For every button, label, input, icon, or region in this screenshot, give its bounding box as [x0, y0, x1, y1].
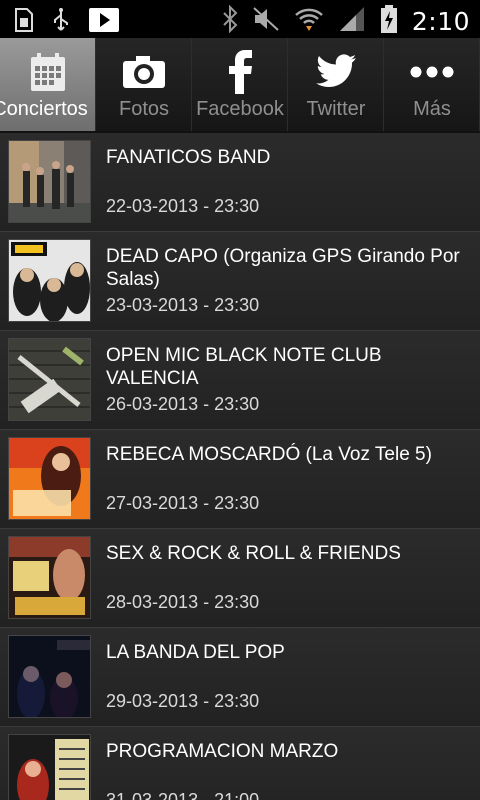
event-date: 31-03-2013 - 21:00	[106, 790, 260, 800]
bluetooth-icon	[222, 4, 238, 37]
event-thumbnail	[8, 239, 91, 322]
tab-label: Facebook	[196, 98, 284, 120]
camera-icon	[96, 50, 191, 94]
tab-label: Conciertos	[0, 98, 88, 120]
calendar-icon	[0, 50, 95, 94]
more-icon	[384, 50, 479, 94]
tab-conciertos[interactable]: Conciertos	[0, 38, 96, 131]
twitter-icon	[288, 50, 383, 94]
event-title: OPEN MIC BLACK NOTE CLUB VALENCIA	[106, 345, 382, 389]
list-item[interactable]: FANATICOS BAND 22-03-2013 - 23:30	[0, 133, 480, 232]
event-date: 29-03-2013 - 23:30	[106, 691, 260, 711]
event-thumbnail	[8, 734, 91, 800]
signal-icon	[338, 5, 366, 37]
event-date: 26-03-2013 - 23:30	[106, 394, 260, 414]
list-item[interactable]: PROGRAMACION MARZO 31-03-2013 - 21:00	[0, 727, 480, 800]
mute-icon	[252, 6, 280, 36]
facebook-icon	[192, 50, 287, 94]
event-title: DEAD CAPO (Organiza GPS Girando Por Sala…	[106, 246, 460, 290]
play-store-icon	[88, 7, 120, 37]
list-item[interactable]: OPEN MIC BLACK NOTE CLUB VALENCIA 26-03-…	[0, 331, 480, 430]
list-item[interactable]: REBECA MOSCARDÓ (La Voz Tele 5) 27-03-20…	[0, 430, 480, 529]
status-bar: 2:10	[0, 0, 480, 38]
events-list: FANATICOS BAND 22-03-2013 - 23:30 DEAD C…	[0, 133, 480, 800]
event-date: 27-03-2013 - 23:30	[106, 493, 260, 513]
clock: 2:10	[411, 6, 470, 36]
event-date: 23-03-2013 - 23:30	[106, 295, 260, 315]
event-date: 22-03-2013 - 23:30	[106, 196, 260, 216]
tab-bar: Conciertos Fotos Facebook Twitter Más	[0, 38, 480, 131]
event-title: REBECA MOSCARDÓ (La Voz Tele 5)	[106, 444, 432, 465]
tab-mas[interactable]: Más	[384, 38, 480, 131]
event-thumbnail	[8, 635, 91, 718]
event-title: LA BANDA DEL POP	[106, 642, 285, 663]
wifi-icon	[294, 6, 324, 36]
list-item[interactable]: SEX & ROCK & ROLL & FRIENDS 28-03-2013 -…	[0, 529, 480, 628]
tab-twitter[interactable]: Twitter	[288, 38, 384, 131]
event-date: 28-03-2013 - 23:30	[106, 592, 260, 612]
tab-label: Más	[413, 98, 451, 120]
list-item[interactable]: LA BANDA DEL POP 29-03-2013 - 23:30	[0, 628, 480, 727]
event-title: PROGRAMACION MARZO	[106, 741, 339, 762]
battery-charging-icon	[380, 4, 398, 38]
event-title: FANATICOS BAND	[106, 147, 271, 168]
tab-label: Twitter	[306, 98, 366, 120]
event-thumbnail	[8, 140, 91, 223]
event-title: SEX & ROCK & ROLL & FRIENDS	[106, 543, 401, 564]
event-thumbnail	[8, 338, 91, 421]
event-thumbnail	[8, 437, 91, 520]
usb-icon	[52, 7, 70, 37]
tab-facebook[interactable]: Facebook	[192, 38, 288, 131]
tab-label: Fotos	[118, 98, 170, 120]
tab-fotos[interactable]: Fotos	[96, 38, 192, 131]
sim-card-icon	[14, 8, 34, 36]
list-item[interactable]: DEAD CAPO (Organiza GPS Girando Por Sala…	[0, 232, 480, 331]
event-thumbnail	[8, 536, 91, 619]
